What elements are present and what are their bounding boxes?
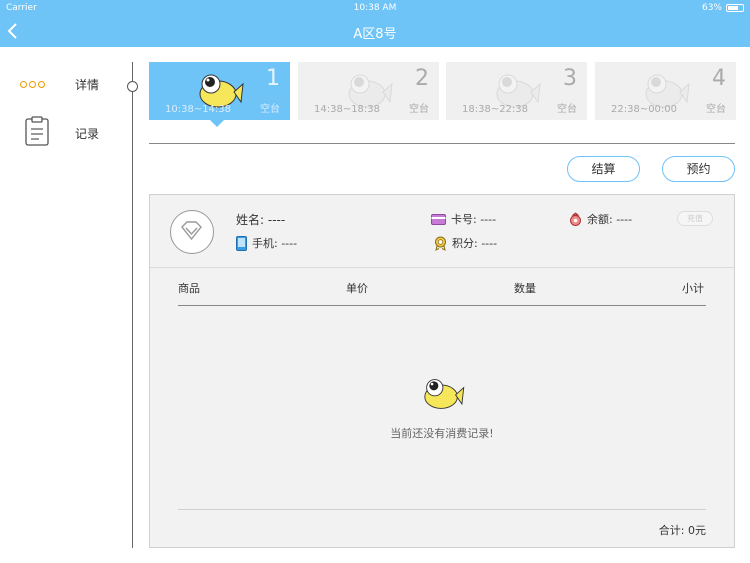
more-dots-icon xyxy=(20,81,45,88)
column-header-quantity: 数量 xyxy=(514,282,536,295)
slot-time: 22:38~00:00 xyxy=(611,104,678,115)
empty-message: 当前还没有消费记录! xyxy=(390,427,494,440)
member-balance: 余额: ---- xyxy=(587,213,633,226)
settle-button[interactable]: 结算 xyxy=(567,156,640,182)
sidebar-item-label: 记录 xyxy=(75,126,100,141)
member-points: 积分: ---- xyxy=(452,237,498,250)
time-slot-3[interactable]: 3 18:38~22:38 空台 xyxy=(446,62,587,120)
time-slot-2[interactable]: 2 14:38~18:38 空台 xyxy=(298,62,439,120)
slot-time: 18:38~22:38 xyxy=(462,104,529,115)
time-slot-1[interactable]: 1 10:38~14:38 空台 xyxy=(149,62,290,120)
battery-icon xyxy=(726,4,744,12)
money-bag-icon xyxy=(570,212,581,226)
phone-icon xyxy=(236,235,247,251)
recharge-button[interactable]: 充值 xyxy=(677,211,713,226)
nav-bar: A区8号 xyxy=(0,16,750,47)
detail-panel: 姓名: ---- 手机: ---- 卡号: ---- 积分: ---- 余额: … xyxy=(149,194,735,548)
battery-indicator: 63% xyxy=(702,3,744,13)
member-phone: 手机: ---- xyxy=(252,237,298,250)
page-title: A区8号 xyxy=(353,27,397,42)
slot-number: 1 xyxy=(266,66,280,91)
slot-status: 空台 xyxy=(260,104,280,115)
diamond-icon xyxy=(181,221,202,241)
slot-time: 14:38~18:38 xyxy=(314,104,381,115)
member-card: 卡号: ---- xyxy=(451,213,497,226)
timeline-node xyxy=(127,81,138,92)
status-bar: Carrier 10:38 AM 63% xyxy=(0,0,750,16)
sidebar-item-records[interactable]: 记录 xyxy=(20,116,99,150)
medal-icon xyxy=(435,236,446,251)
card-icon xyxy=(431,213,446,225)
column-header-product: 商品 xyxy=(178,282,200,295)
slot-number: 4 xyxy=(712,66,726,91)
battery-percent: 63% xyxy=(701,3,722,13)
fish-mascot-icon xyxy=(418,379,466,417)
active-slot-pointer xyxy=(210,120,224,127)
member-name: 姓名: ---- xyxy=(236,213,286,227)
total-amount: 合计: 0元 xyxy=(658,524,706,537)
slot-number: 3 xyxy=(563,66,577,91)
clipboard-icon xyxy=(25,116,49,150)
sidebar-item-label: 详情 xyxy=(75,78,100,92)
member-points-field: 积分: ---- xyxy=(434,235,497,251)
column-header-unit-price: 单价 xyxy=(346,282,368,295)
footer-divider xyxy=(178,509,706,510)
member-avatar xyxy=(170,210,214,254)
member-phone-field: 手机: ---- xyxy=(236,235,297,251)
member-info: 姓名: ---- 手机: ---- 卡号: ---- 积分: ---- 余额: … xyxy=(150,195,734,268)
column-header-subtotal: 小计 xyxy=(682,282,704,295)
slot-time: 10:38~14:38 xyxy=(165,104,232,115)
divider xyxy=(149,143,735,144)
slot-status: 空台 xyxy=(706,104,726,115)
table-header: 商品 单价 数量 小计 xyxy=(178,280,706,306)
reserve-button[interactable]: 预约 xyxy=(662,156,735,182)
slot-status: 空台 xyxy=(557,104,577,115)
sidebar-item-details[interactable]: 详情 xyxy=(20,78,99,92)
timeline-line xyxy=(132,62,133,548)
clock: 10:38 AM xyxy=(353,3,397,13)
slot-number: 2 xyxy=(415,66,429,91)
member-card-field: 卡号: ---- xyxy=(431,211,496,227)
member-balance-field: 余额: ---- xyxy=(569,211,632,227)
slot-status: 空台 xyxy=(409,104,429,115)
time-slot-4[interactable]: 4 22:38~00:00 空台 xyxy=(595,62,736,120)
empty-state: 当前还没有消费记录! xyxy=(150,375,734,441)
